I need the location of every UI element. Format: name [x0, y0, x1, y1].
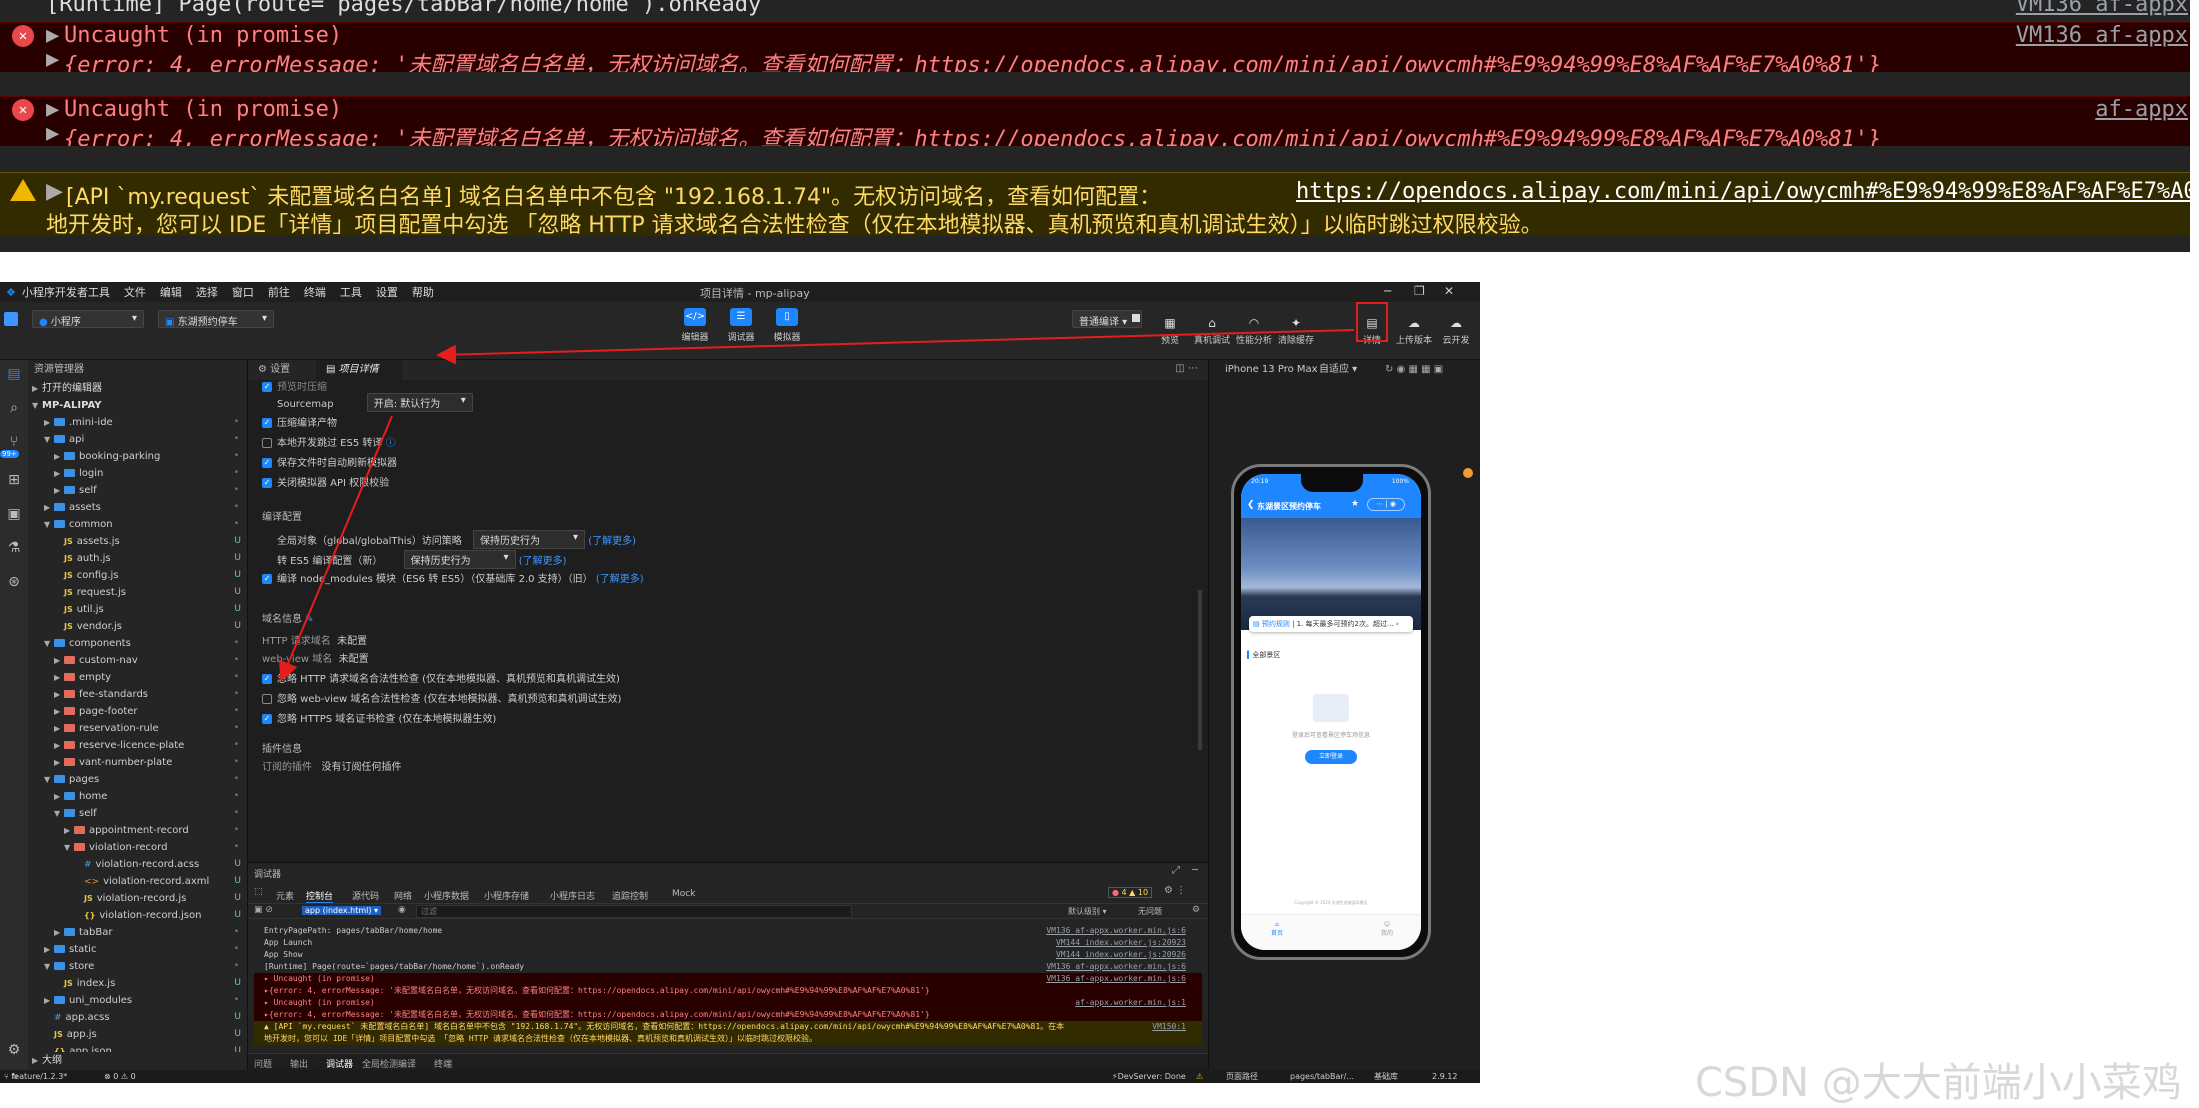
arrow-to-ignore-checkbox	[278, 415, 393, 682]
arrow-to-details-tab	[436, 329, 1355, 365]
annotation-arrows	[278, 329, 1355, 682]
watermark: CSDN @大大前端小小菜鸡	[1695, 1060, 2182, 1106]
